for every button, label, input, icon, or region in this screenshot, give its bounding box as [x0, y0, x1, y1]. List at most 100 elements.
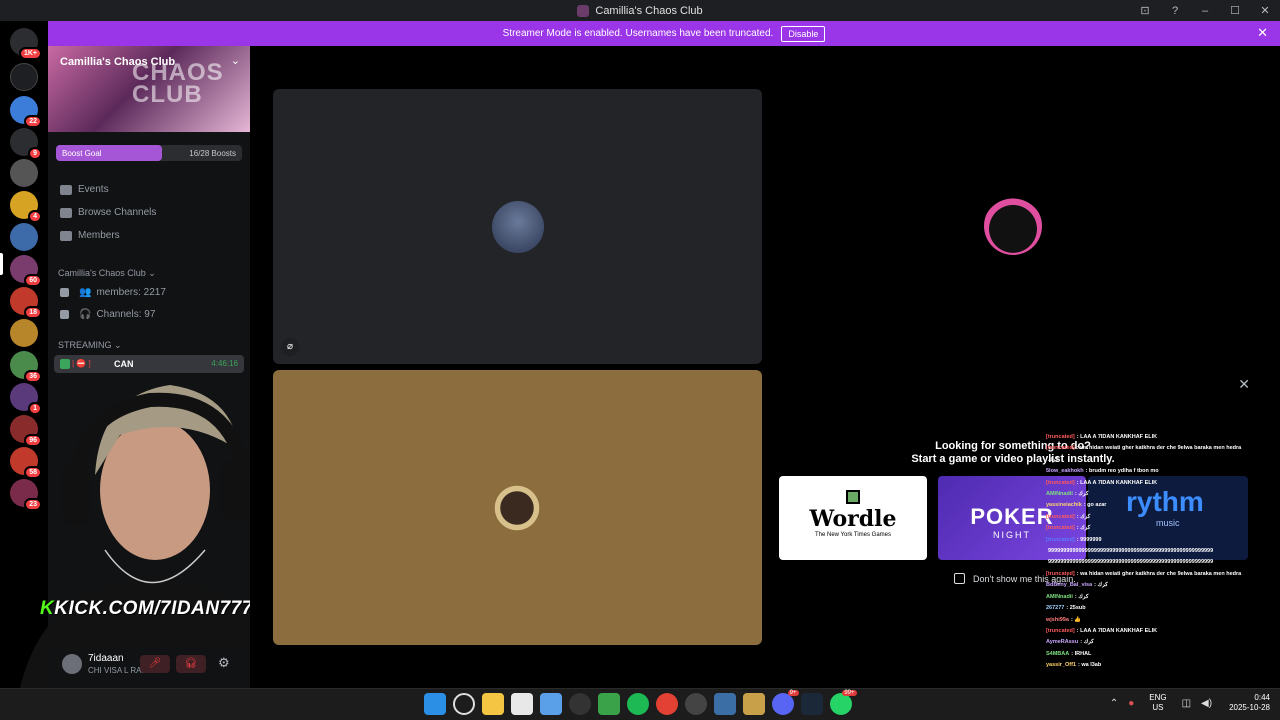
chat-text: : 25sub [1066, 605, 1086, 612]
server-icon-selected[interactable]: 60 [10, 255, 42, 287]
settings-icon[interactable] [713, 693, 736, 715]
chat-text: : كرك [1076, 513, 1091, 520]
nav-label: Browse Channels [78, 207, 157, 218]
lock-icon [60, 288, 69, 297]
volume-icon[interactable]: ◀) [1201, 698, 1212, 709]
server-icon[interactable]: 9 [10, 128, 42, 160]
language-code: ENG [1149, 693, 1167, 702]
app-icon[interactable] [539, 693, 562, 715]
nav-browse-channels[interactable]: Browse Channels [60, 207, 156, 218]
chat-text: : go azar [1083, 502, 1107, 509]
file-explorer-icon[interactable] [481, 693, 504, 715]
participant-avatar [984, 197, 1042, 255]
boost-count: 16/28 Boosts [189, 149, 236, 158]
server-icon[interactable]: 22 [10, 96, 42, 128]
headphones-icon: 🎧 [79, 309, 92, 320]
boost-goal-label: Boost Goal [62, 149, 102, 158]
discord-icon[interactable]: 9+ [771, 690, 799, 715]
category-header[interactable]: Camillia's Chaos Club ⌄ [58, 268, 156, 279]
close-icon[interactable]: ✕ [1238, 376, 1250, 393]
server-badge: 60 [24, 274, 42, 287]
chat-text: : IRHAL [1071, 650, 1092, 657]
inbox-icon[interactable]: ⊡ [1130, 4, 1160, 17]
windows-start-icon[interactable] [423, 693, 446, 715]
chat-message: [truncated]: LAA A 7IDAN KANKHAF ELIK [1046, 626, 1280, 637]
language-indicator[interactable]: ENG US [1149, 693, 1166, 713]
server-icon[interactable] [10, 319, 38, 347]
server-icon[interactable] [10, 223, 38, 251]
calendar-icon [60, 184, 72, 195]
channel-members-stat[interactable]: 👥 members: 2217 [60, 287, 166, 298]
server-badge: 9 [28, 147, 42, 160]
media-player-icon[interactable] [597, 693, 620, 715]
chat-message: 9999999999999999999999999999999999999999… [1046, 557, 1280, 568]
server-icon[interactable] [10, 63, 38, 91]
boost-goal[interactable]: Boost Goal 16/28 Boosts [56, 145, 242, 161]
window-controls: ⊡ ? – ☐ ✕ [1130, 0, 1280, 21]
chevron-up-icon[interactable]: ⌃ [1110, 698, 1118, 709]
microphone-icon[interactable]: ● [1128, 698, 1134, 709]
chat-text: : wa hidan weiati gher katkhra der che 9… [1076, 445, 1242, 452]
user-panel: 7idaaan CHI VISA L RABAT 🎤︎ 🎧︎ ⚙ [48, 647, 250, 688]
chat-message: yassineiachik: go azar [1046, 500, 1280, 511]
participant-tile[interactable] [768, 89, 1258, 364]
spotify-icon[interactable] [626, 693, 649, 715]
nav-label: Events [78, 184, 109, 195]
server-icon[interactable]: 18 [10, 287, 42, 319]
app-icon[interactable] [684, 693, 707, 715]
checkbox[interactable] [954, 573, 965, 584]
category-label: STREAMING [58, 340, 112, 350]
network-icon[interactable]: ◫ [1182, 698, 1191, 709]
server-icon[interactable]: 4 [10, 191, 42, 223]
chat-message: [truncated]: 9999999 [1046, 535, 1280, 546]
server-banner[interactable]: Camillia's Chaos Club ⌄ CHAOS CLUB [48, 46, 250, 132]
avatar[interactable] [62, 654, 82, 674]
wordle-activity-card[interactable]: Wordle The New York Times Games [779, 476, 927, 560]
banner-close-icon[interactable]: ✕ [1257, 25, 1268, 41]
server-icon[interactable] [10, 159, 38, 187]
chat-username: [truncated] [1046, 513, 1075, 520]
disable-streamer-mode-button[interactable]: Disable [781, 25, 826, 42]
store-icon[interactable] [510, 693, 533, 715]
clock[interactable]: 0:44 2025-10-28 [1229, 693, 1270, 713]
obs-icon[interactable] [568, 693, 591, 715]
chat-text: : 👍 [1070, 616, 1082, 623]
chat-username: [truncated] [1046, 536, 1075, 543]
gear-icon[interactable]: ⚙ [218, 655, 230, 671]
chrome-icon[interactable] [655, 693, 678, 715]
participant-tile[interactable]: ⌀ [273, 89, 762, 364]
chat-message: S4MBAA: IRHAL [1046, 649, 1280, 660]
help-icon[interactable]: ? [1160, 5, 1190, 17]
channel-label: members: 2217 [96, 287, 166, 298]
chat-message: AymeRAssu: كرك [1046, 637, 1280, 648]
participant-avatar [491, 482, 543, 534]
chat-message: [truncated]: LAA A 7IDAN KANKHAF ELIK [1046, 478, 1280, 489]
search-icon[interactable] [452, 693, 475, 715]
maximize-button[interactable]: ☐ [1220, 4, 1250, 17]
nav-members[interactable]: Members [60, 230, 120, 241]
server-badge: 4 [28, 210, 42, 223]
nav-events[interactable]: Events [60, 184, 109, 195]
chat-username: AymeRAssu [1046, 639, 1079, 646]
chat-text: 9999999999999999999999999999999999999999… [1048, 548, 1214, 555]
deafen-button[interactable]: 🎧︎ [176, 655, 206, 673]
steam-icon[interactable] [800, 693, 823, 715]
mute-microphone-button[interactable]: 🎤︎ [140, 655, 170, 673]
app-icon[interactable] [742, 693, 765, 715]
chat-username: [truncated] [1046, 525, 1075, 532]
chat-message: BdBeny_Bal_visa: كرك [1046, 580, 1280, 591]
minimize-button[interactable]: – [1190, 5, 1220, 17]
participant-tile[interactable] [273, 370, 762, 645]
discord-home-icon[interactable]: 1K+ [10, 28, 42, 60]
chat-message: [truncated]: كرك [1046, 523, 1280, 534]
chat-username: AMINnadii [1046, 491, 1073, 498]
whatsapp-badge: 99+ [842, 690, 857, 696]
chat-message: [truncated]: كرك [1046, 512, 1280, 523]
whatsapp-icon[interactable]: 99+ [829, 690, 857, 715]
close-button[interactable]: ✕ [1250, 4, 1280, 17]
streaming-category[interactable]: STREAMING ⌄ [58, 340, 122, 351]
lock-icon [60, 310, 69, 319]
chat-text: : 9999999 [1076, 536, 1102, 543]
channel-channels-stat[interactable]: 🎧 Channels: 97 [60, 309, 155, 320]
chat-username: yassineiachik [1046, 502, 1082, 509]
